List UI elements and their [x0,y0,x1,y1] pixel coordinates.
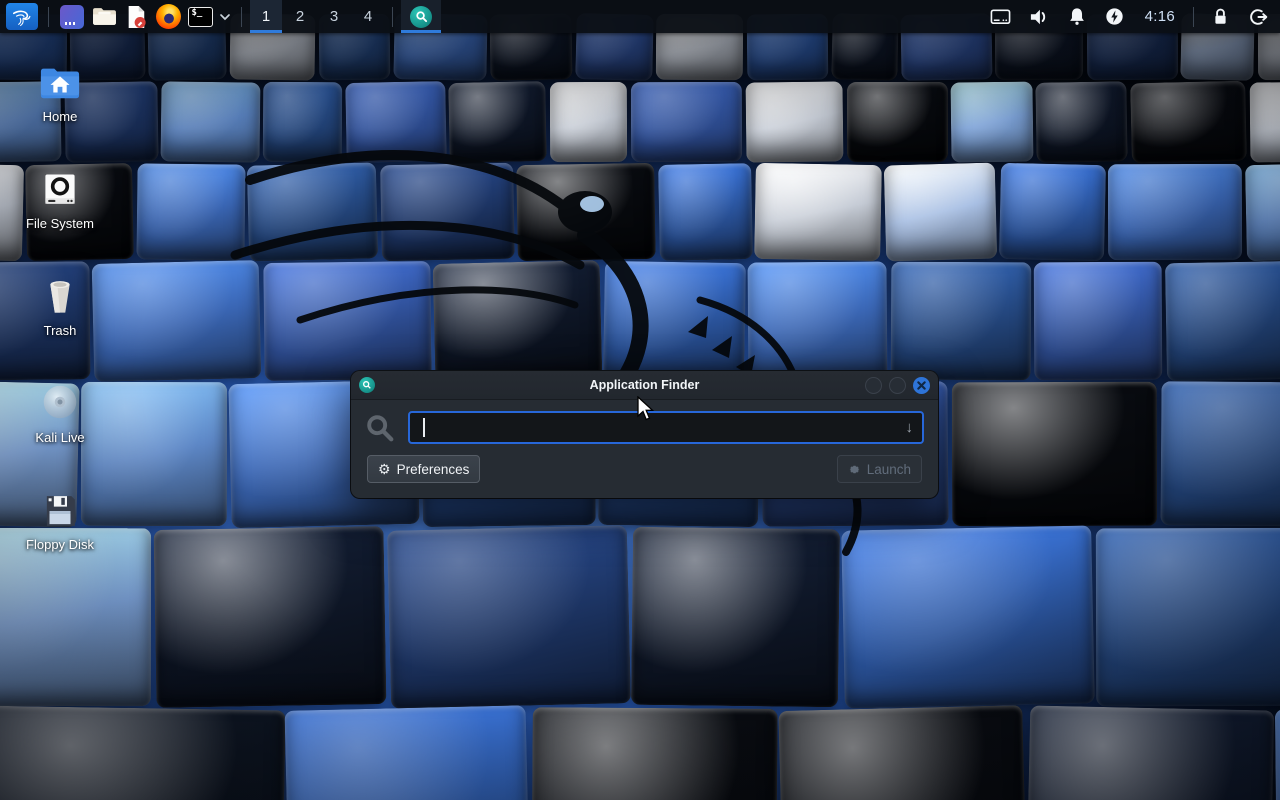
desktop-icon-trash[interactable]: Trash [12,270,108,338]
desktop-icon-floppy-disk[interactable]: Floppy Disk [12,484,108,552]
volume-control[interactable] [1021,0,1057,33]
launcher-file-manager[interactable] [89,0,119,33]
launcher-terminal[interactable]: $_ [185,0,215,33]
workspace-number: 1 [262,8,270,25]
workspace-1[interactable]: 1 [250,0,282,33]
desktop-icon-label: Floppy Disk [12,537,108,552]
text-caret [423,418,425,437]
desktop-icon-file-system[interactable]: File System [12,163,108,231]
workspace-number: 2 [296,8,304,25]
desktop-icon-label: Home [12,109,108,124]
touchpad-indicator[interactable] [983,0,1019,33]
minimize-button[interactable] [865,377,882,394]
notifications[interactable] [1059,0,1095,33]
preferences-button[interactable]: ⚙ Preferences [367,455,480,483]
desktop-icon-label: File System [12,216,108,231]
workspace-3[interactable]: 3 [318,0,350,33]
launcher-text-editor[interactable] [121,0,151,33]
power-manager[interactable] [1097,0,1133,33]
harddrive-icon [12,163,108,211]
close-button[interactable] [913,377,930,394]
taskbar-application-finder[interactable] [401,0,441,33]
desktop-icon-label: Trash [12,323,108,338]
close-icon [917,381,926,390]
home-folder-icon [12,56,108,104]
top-panel: $_ 1 2 3 4 [0,0,1280,33]
lock-screen-button[interactable] [1202,0,1238,33]
search-icon [410,6,432,28]
chevron-down-icon [219,13,231,21]
workspace-number: 3 [330,8,338,25]
gear-icon: ⚙ [378,462,391,476]
floppy-icon [12,484,108,532]
power-manager-icon [1105,7,1124,26]
logout-icon [1248,7,1268,27]
desktop-icon-home[interactable]: Home [12,56,108,124]
trash-icon [12,270,108,318]
panel-separator [48,7,49,27]
panel-separator [1193,7,1194,27]
kali-menu-icon [10,6,34,28]
touchpad-icon [990,8,1011,26]
panel-separator [392,7,393,27]
search-icon [365,413,395,443]
launch-label: Launch [867,462,911,477]
application-finder-window: Application Finder ↓ [351,371,938,498]
search-input[interactable]: ↓ [408,411,924,444]
optical-disc-icon [12,377,108,425]
preferences-label: Preferences [397,462,470,477]
titlebar[interactable]: Application Finder [351,371,938,400]
terminal-glyph: $_ [192,8,203,18]
workspace-2[interactable]: 2 [284,0,316,33]
panel-clock[interactable]: 4:16 [1135,8,1185,25]
terminal-icon: $_ [188,7,213,27]
launch-button[interactable]: Launch [837,455,922,483]
desktop-icon-label: Kali Live [12,430,108,445]
bell-icon [1068,7,1086,26]
logout-button[interactable] [1240,0,1276,33]
firefox-icon [156,4,181,29]
desktop-icon-kali-live[interactable]: Kali Live [12,377,108,445]
panel-separator [241,7,242,27]
application-finder-icon [359,377,375,393]
dropdown-arrow-icon[interactable]: ↓ [906,420,914,435]
maximize-button[interactable] [889,377,906,394]
launcher-dropdown-button[interactable] [217,0,233,33]
dialog-body: ↓ ⚙ Preferences Launch [351,400,938,483]
applications-menu-button[interactable] [6,3,38,30]
launch-icon [848,463,861,476]
workspace-4[interactable]: 4 [352,0,384,33]
volume-icon [1029,8,1049,26]
lock-icon [1212,7,1229,26]
workspace-number: 4 [364,8,372,25]
window-icon [60,5,84,29]
window-title: Application Finder [351,378,938,392]
launcher-firefox[interactable] [153,0,183,33]
launcher-files-app[interactable] [57,0,87,33]
document-edit-icon [125,5,147,29]
folder-icon [92,6,117,27]
desktop: Home File System Trash [0,0,1280,800]
